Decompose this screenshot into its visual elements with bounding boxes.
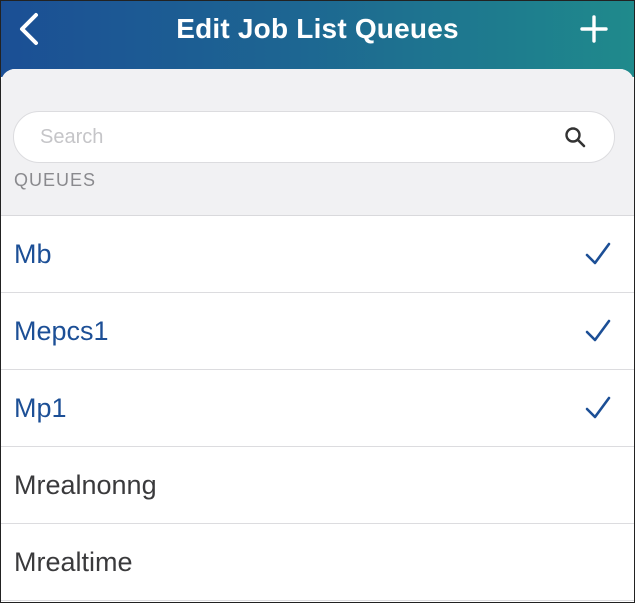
search-bar[interactable] bbox=[13, 111, 615, 163]
queue-row-mrealtime[interactable]: Mrealtime bbox=[1, 524, 634, 601]
queue-row-mepcs1[interactable]: Mepcs1 bbox=[1, 293, 634, 370]
checkmark-icon bbox=[584, 317, 612, 345]
page-title: Edit Job List Queues bbox=[176, 13, 459, 44]
checkmark-icon bbox=[584, 394, 612, 422]
queue-label: Mrealtime bbox=[14, 546, 133, 577]
queue-list: Mb Mepcs1 Mp1 Mrealnonng Mrealtime bbox=[1, 216, 634, 601]
queue-label: Mb bbox=[14, 238, 52, 269]
search-icon[interactable] bbox=[562, 124, 588, 150]
add-queue-button[interactable] bbox=[576, 11, 612, 47]
queue-label: Mp1 bbox=[14, 392, 67, 423]
search-area: QUEUES bbox=[1, 69, 634, 216]
queue-row-mrealnonng[interactable]: Mrealnonng bbox=[1, 447, 634, 524]
search-input[interactable] bbox=[38, 116, 562, 158]
queue-label: Mepcs1 bbox=[14, 315, 109, 346]
queue-label: Mrealnonng bbox=[14, 469, 157, 500]
queue-row-mp1[interactable]: Mp1 bbox=[1, 370, 634, 447]
checkmark-icon bbox=[584, 240, 612, 268]
nav-header: Edit Job List Queues bbox=[1, 1, 634, 77]
plus-icon bbox=[580, 15, 608, 43]
content-sheet: QUEUES Mb Mepcs1 Mp1 bbox=[1, 69, 634, 602]
queue-row-mb[interactable]: Mb bbox=[1, 216, 634, 293]
app-frame: Edit Job List Queues QUEUES Mb bbox=[0, 0, 635, 603]
queues-section-label: QUEUES bbox=[14, 170, 97, 190]
